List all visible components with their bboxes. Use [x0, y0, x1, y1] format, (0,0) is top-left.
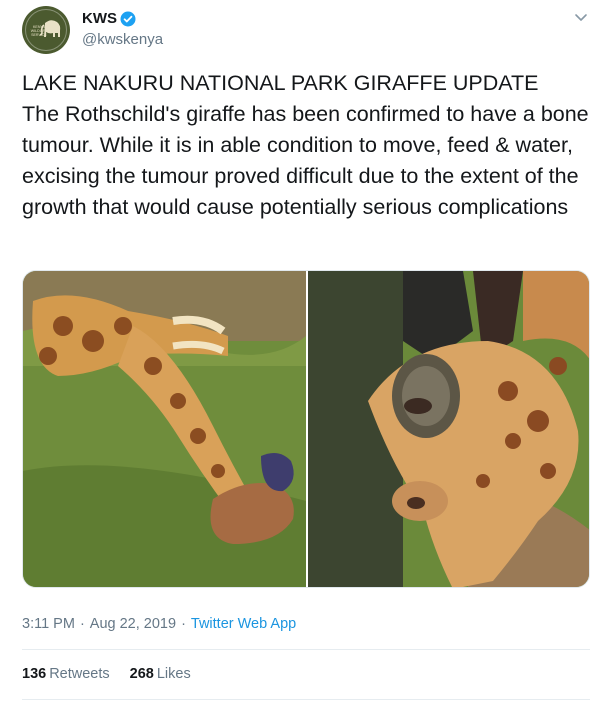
meta-separator: · [79, 616, 85, 632]
author-handle[interactable]: @kwskenya [82, 31, 163, 48]
retweets-count: 136 [22, 666, 47, 682]
tweet-date[interactable]: Aug 22, 2019 [90, 616, 176, 632]
tweet-stats: 136 Retweets 268 Likes [22, 666, 211, 682]
retweets-label: Retweets [49, 666, 110, 682]
tweet-source-link[interactable]: Twitter Web App [191, 616, 296, 632]
tweet-card: KENYA WILDLIFE SERVICE KWS @kwskenya LAK… [0, 0, 615, 706]
photo-giraffe-lying[interactable] [23, 271, 306, 587]
author-display-name[interactable]: KWS [82, 10, 117, 27]
likes-label: Likes [156, 666, 191, 682]
photo-giraffe-head-closeup[interactable] [308, 271, 589, 587]
tweet-time[interactable]: 3:11 PM [22, 616, 75, 632]
author-name-row: KWS [82, 10, 136, 27]
likes-stat[interactable]: 268 Likes [130, 666, 191, 682]
giraffe-lying-image [23, 271, 306, 587]
tweet-text: LAKE NAKURU NATIONAL PARK GIRAFFE UPDATE… [22, 68, 602, 223]
divider [22, 699, 590, 700]
avatar-logo-text: KENYA WILDLIFE SERVICE [30, 25, 48, 37]
verified-badge-icon [120, 11, 136, 26]
divider [22, 649, 590, 650]
giraffe-head-closeup-image [308, 271, 589, 587]
retweets-stat[interactable]: 136 Retweets [22, 666, 110, 682]
tweet-body: The Rothschild's giraffe has been confir… [22, 102, 595, 219]
chevron-down-icon[interactable] [572, 8, 590, 26]
tweet-meta: 3:11 PM · Aug 22, 2019 · Twitter Web App [22, 616, 296, 632]
avatar[interactable]: KENYA WILDLIFE SERVICE [22, 6, 70, 54]
tweet-media[interactable] [22, 270, 590, 588]
likes-count: 268 [129, 666, 154, 682]
tweet-headline: LAKE NAKURU NATIONAL PARK GIRAFFE UPDATE [22, 71, 539, 95]
meta-separator: · [181, 616, 186, 632]
